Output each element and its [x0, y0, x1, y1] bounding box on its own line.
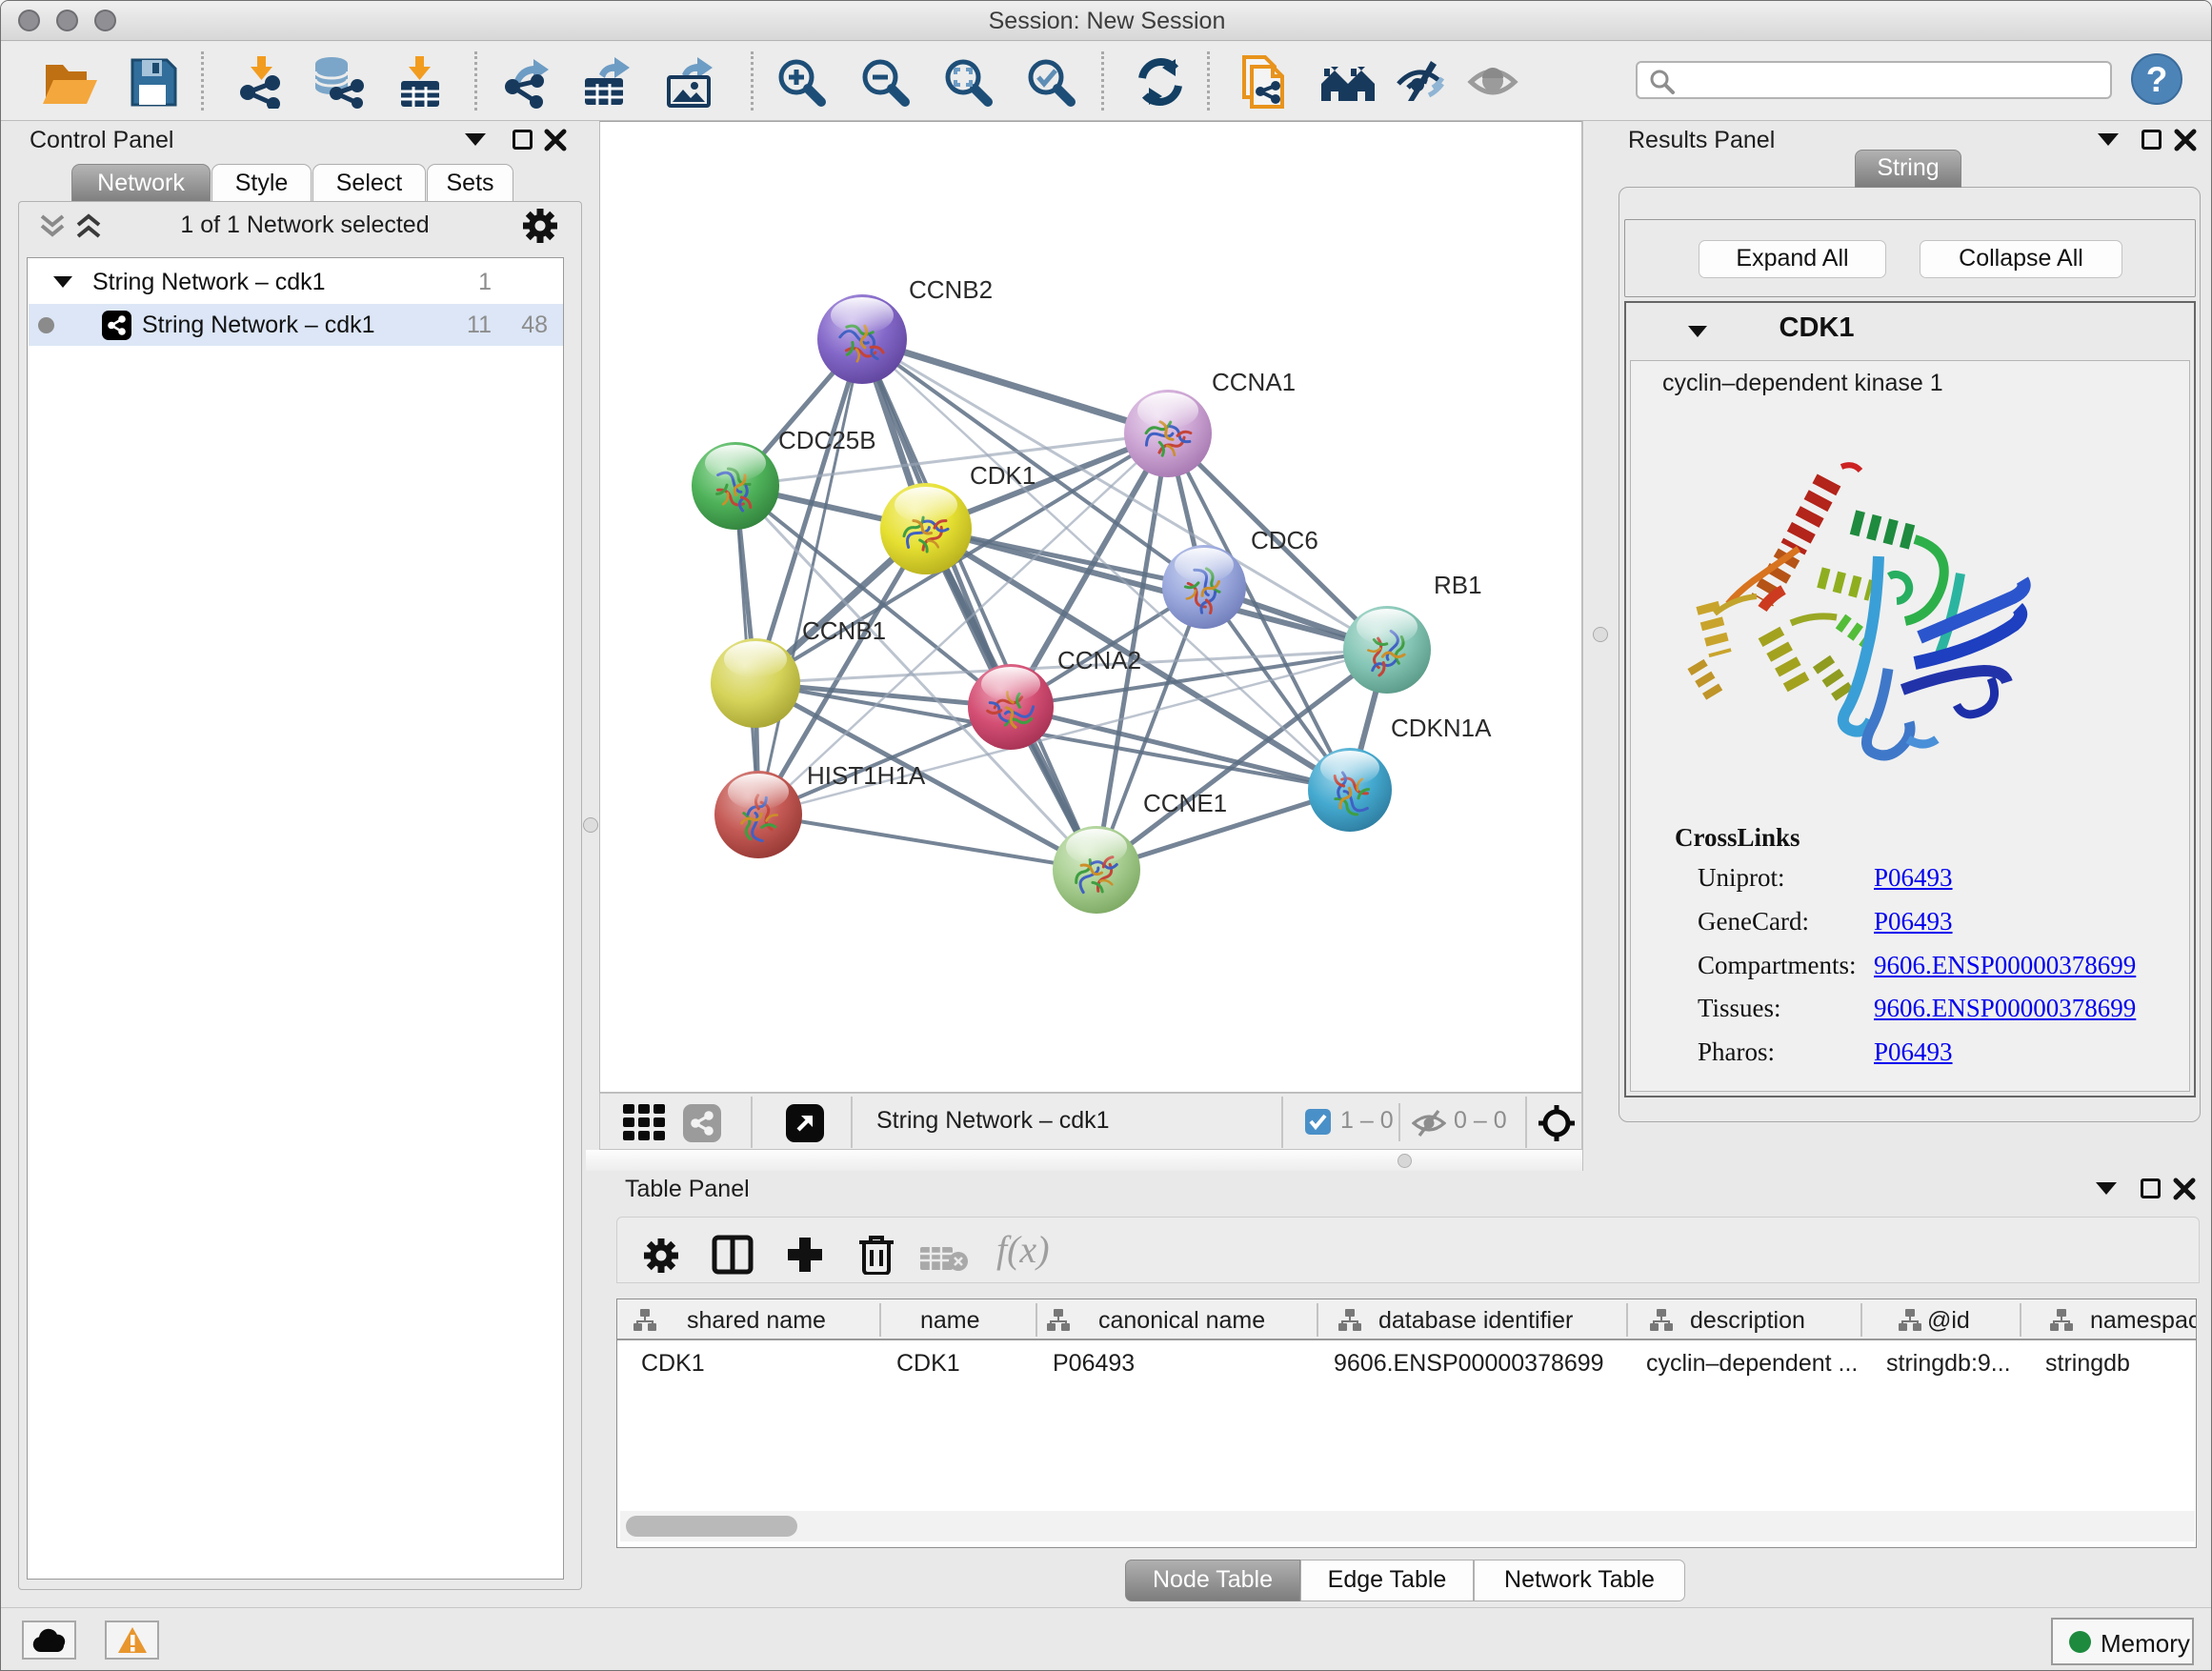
svg-text:CDC6: CDC6 — [1251, 526, 1318, 554]
svg-text:CDC25B: CDC25B — [778, 426, 876, 454]
svg-text:CCNB2: CCNB2 — [909, 275, 993, 304]
svg-text:CDK1: CDK1 — [970, 461, 1036, 490]
svg-text:CCNE1: CCNE1 — [1143, 789, 1227, 817]
svg-text:CCNB1: CCNB1 — [802, 616, 886, 645]
svg-text:HIST1H1A: HIST1H1A — [807, 761, 926, 790]
svg-text:RB1: RB1 — [1434, 571, 1482, 599]
svg-text:CCNA1: CCNA1 — [1212, 368, 1296, 396]
svg-text:CCNA2: CCNA2 — [1057, 646, 1141, 674]
svg-text:CDKN1A: CDKN1A — [1391, 714, 1492, 742]
